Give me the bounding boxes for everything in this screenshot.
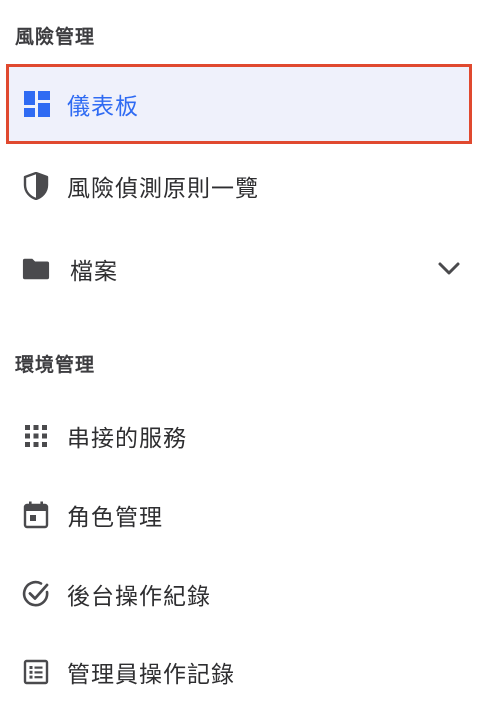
dashboard-icon [23,90,51,118]
grid-dots-icon [22,422,50,450]
sidebar-item-files[interactable]: 檔案 [0,239,478,299]
sidebar-item-label: 管理員操作記錄 [67,662,235,688]
check-circle-icon [22,580,50,608]
section-header-risk-management: 風險管理 [15,26,96,48]
sidebar-nav: 風險管理 儀表板 風險偵測原則一覽 檔案 環境管理 串接的服務 角色管理 後台操… [0,0,478,716]
sidebar-item-label: 串接的服務 [67,426,187,452]
sidebar-item-admin-operation-records[interactable]: 管理員操作記錄 [0,642,478,702]
shield-icon [22,172,50,200]
sidebar-item-connected-services[interactable]: 串接的服務 [0,406,478,466]
sidebar-item-role-management[interactable]: 角色管理 [0,485,478,545]
sidebar-item-backend-operation-log[interactable]: 後台操作紀錄 [0,564,478,624]
chevron-down-icon[interactable] [434,254,464,284]
sidebar-item-label: 後台操作紀錄 [67,584,211,610]
section-header-environment-management: 環境管理 [15,354,96,376]
sidebar-item-risk-detection-rules[interactable]: 風險偵測原則一覽 [0,156,478,216]
list-icon [22,658,50,686]
sidebar-item-dashboard[interactable]: 儀表板 [6,64,472,144]
sidebar-item-label: 角色管理 [67,505,163,531]
sidebar-item-label: 檔案 [70,259,118,285]
sidebar-item-label: 風險偵測原則一覽 [67,176,259,202]
sidebar-item-label: 儀表板 [67,94,139,120]
calendar-icon [22,501,50,529]
folder-icon [22,255,50,283]
